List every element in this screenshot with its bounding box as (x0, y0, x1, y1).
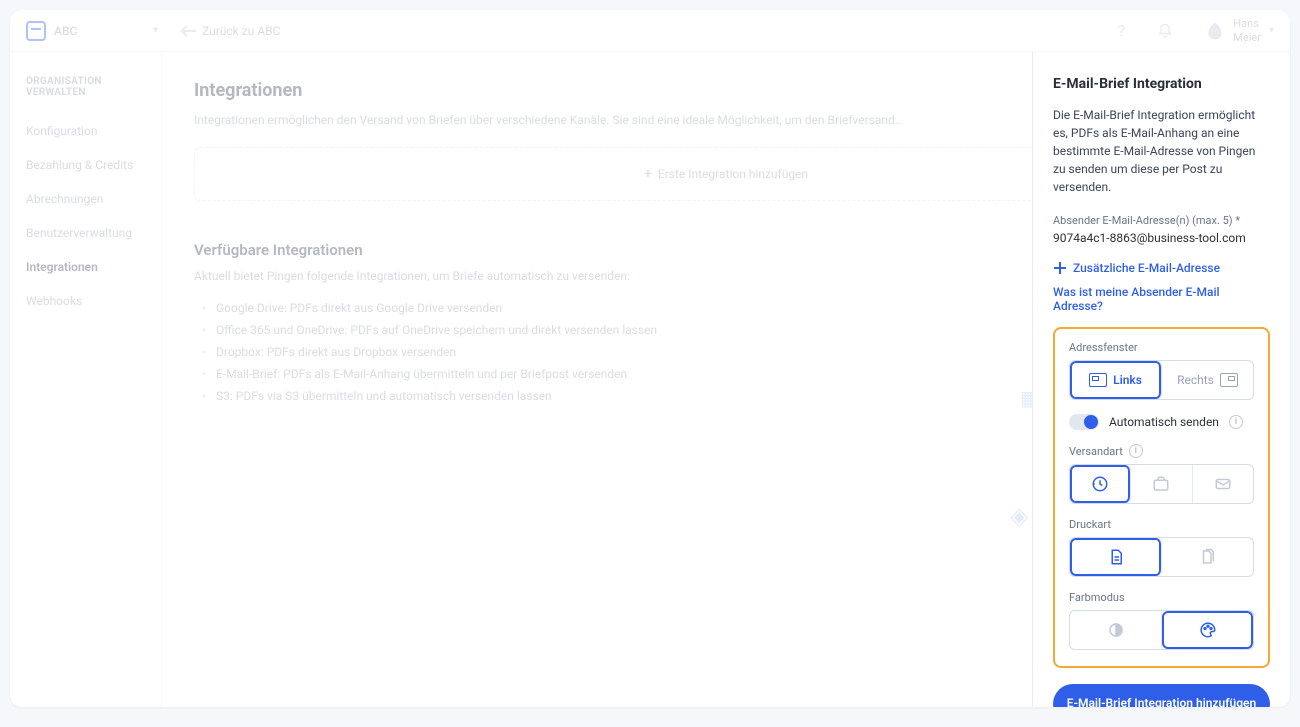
sidebar-item-invoices[interactable]: Abrechnungen (26, 182, 145, 216)
page-double-icon (1199, 548, 1217, 566)
mail-icon (1214, 475, 1232, 493)
user-first: Hans (1233, 17, 1261, 30)
right-label: Rechts (1177, 373, 1214, 387)
color-bw-option[interactable] (1070, 611, 1162, 649)
sidebar-item-webhooks[interactable]: Webhooks (26, 284, 145, 318)
sidebar-item-payment[interactable]: Bezahlung & Credits (26, 148, 145, 182)
chevron-down-icon: ▾ (1269, 25, 1274, 36)
sender-label: Absender E-Mail-Adresse(n) (max. 5) * (1053, 214, 1270, 227)
leaf-icon (1205, 21, 1225, 41)
drawer-description: Die E-Mail-Brief Integration ermöglicht … (1053, 106, 1270, 196)
add-email-label: Zusätzliche E-Mail-Adresse (1073, 261, 1220, 275)
left-label: Links (1113, 373, 1142, 387)
integration-drawer: E-Mail-Brief Integration Die E-Mail-Brie… (1032, 52, 1290, 707)
window-right-icon (1220, 373, 1238, 387)
auto-send-label: Automatisch senden (1109, 415, 1219, 429)
page-single-icon (1107, 548, 1125, 566)
shipping-registered-option[interactable] (1193, 465, 1253, 503)
org-name: ABC (54, 24, 77, 38)
bell-icon[interactable] (1149, 15, 1181, 47)
clock-icon (1091, 475, 1109, 493)
submit-button[interactable]: E-Mail-Brief Integration hinzufügen (1053, 684, 1270, 707)
sidebar-item-integrations[interactable]: Integrationen (26, 250, 145, 284)
topbar: ABC ▾ Zurück zu ABC ? Hans Meier ▾ (10, 10, 1290, 52)
address-left-option[interactable]: Links (1070, 361, 1162, 399)
help-icon[interactable]: ? (1105, 15, 1137, 47)
address-window-label: Adressfenster (1069, 341, 1254, 354)
print-simplex-option[interactable] (1070, 538, 1162, 576)
add-first-label: Erste Integration hinzufügen (658, 167, 808, 181)
window-left-icon (1089, 373, 1107, 387)
drawer-title: E-Mail-Brief Integration (1053, 76, 1270, 92)
color-color-option[interactable] (1162, 611, 1253, 649)
shipping-economy-option[interactable] (1070, 465, 1131, 503)
what-is-sender-link[interactable]: Was ist meine Absender E-Mail Adresse? (1053, 285, 1270, 313)
org-switcher[interactable]: ABC ▾ (26, 21, 158, 41)
sidebar-item-config[interactable]: Konfiguration (26, 114, 145, 148)
what-is-label: Was ist meine Absender E-Mail Adresse? (1053, 285, 1270, 313)
palette-bw-icon (1107, 621, 1125, 639)
shipping-priority-option[interactable] (1131, 465, 1192, 503)
briefcase-icon (1152, 475, 1170, 493)
info-icon[interactable]: i (1229, 415, 1243, 429)
info-icon[interactable]: i (1129, 444, 1143, 458)
sidebar-heading: ORGANISATION VERWALTEN (26, 76, 145, 98)
chevron-down-icon: ▾ (153, 25, 158, 36)
back-label: Zurück zu ABC (202, 24, 280, 38)
color-mode-label: Farbmodus (1069, 591, 1254, 604)
sidebar: ORGANISATION VERWALTEN Konfiguration Bez… (10, 52, 162, 707)
address-window-segment: Links Rechts (1069, 360, 1254, 400)
auto-send-row: Automatisch senden i (1069, 414, 1254, 430)
back-link[interactable]: Zurück zu ABC (182, 24, 280, 38)
user-last: Meier (1233, 31, 1261, 44)
address-right-option[interactable]: Rechts (1162, 361, 1253, 399)
shipping-type-segment (1069, 464, 1254, 504)
shipping-type-label: Versandart i (1069, 444, 1254, 458)
plus-icon (1053, 261, 1067, 275)
print-type-segment (1069, 537, 1254, 577)
settings-highlight-box: Adressfenster Links Rechts Automatisch s… (1053, 327, 1270, 668)
sidebar-item-users[interactable]: Benutzerverwaltung (26, 216, 145, 250)
user-menu[interactable]: Hans Meier ▾ (1193, 17, 1274, 43)
print-duplex-option[interactable] (1162, 538, 1253, 576)
add-email-link[interactable]: Zusätzliche E-Mail-Adresse (1053, 261, 1270, 275)
arrow-left-icon (182, 30, 196, 32)
palette-color-icon (1199, 621, 1217, 639)
sender-email-value: 9074a4c1-8863@business-tool.com (1053, 231, 1270, 245)
color-mode-segment (1069, 610, 1254, 650)
plus-icon: + (644, 166, 652, 182)
envelope-icon (26, 21, 46, 41)
auto-send-toggle[interactable] (1069, 414, 1099, 430)
dropbox-icon: ◈ (1010, 502, 1028, 530)
print-type-label: Druckart (1069, 518, 1254, 531)
